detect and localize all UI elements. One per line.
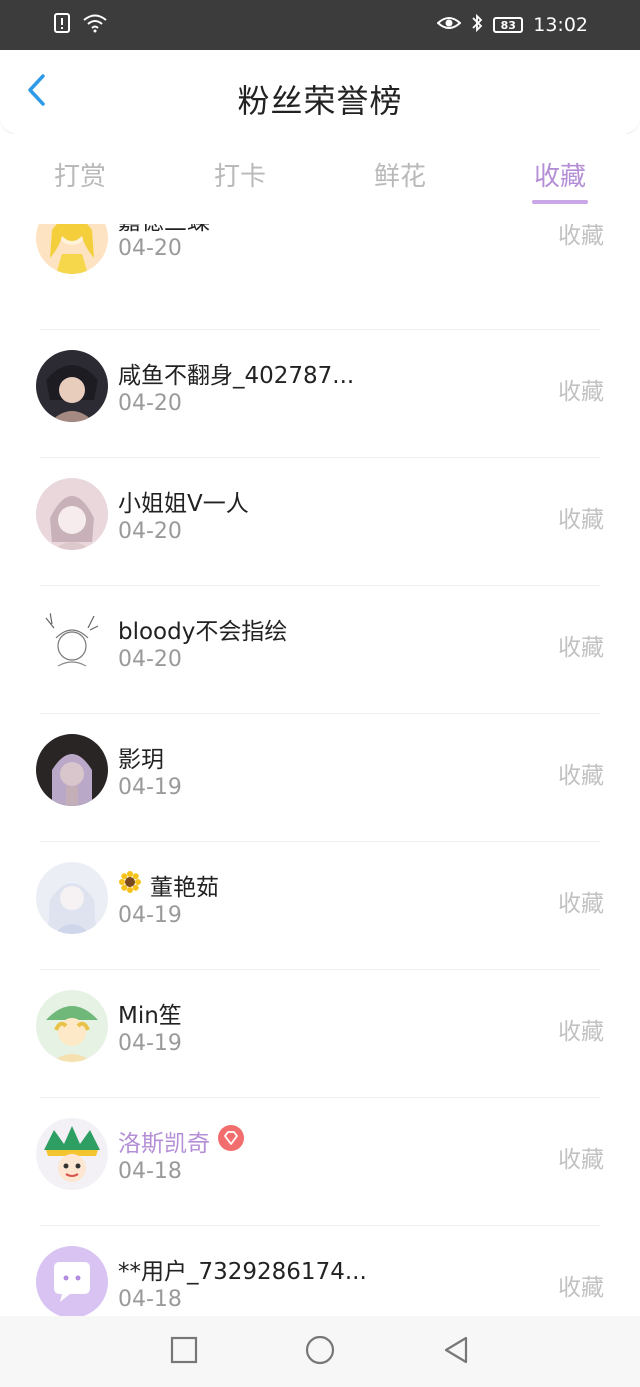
home-button[interactable] bbox=[300, 1332, 340, 1372]
bluetooth-icon bbox=[471, 13, 483, 38]
user-name: 董艳茹 bbox=[118, 868, 219, 902]
list-item[interactable]: 嘉德兰蝶 04-20 收藏 bbox=[0, 224, 640, 330]
action-label: 收藏 bbox=[558, 507, 604, 533]
eye-icon bbox=[436, 14, 462, 37]
list-item[interactable]: 咸鱼不翻身_402787... 04-20 收藏 bbox=[0, 330, 640, 458]
list-item[interactable]: Min笙 04-19 收藏 bbox=[0, 970, 640, 1098]
sunflower-icon bbox=[118, 870, 142, 900]
date-label: 04-19 bbox=[118, 775, 182, 800]
page-title: 粉丝荣誉榜 bbox=[237, 82, 403, 120]
sim-alert-icon bbox=[54, 12, 72, 38]
wifi-icon bbox=[82, 13, 108, 38]
app-header: 粉丝荣誉榜 bbox=[0, 50, 640, 135]
user-name: 嘉德兰蝶 bbox=[118, 224, 210, 236]
list-item[interactable]: bloody不会指绘 04-20 收藏 bbox=[0, 586, 640, 714]
tab-checkin[interactable]: 打卡 bbox=[160, 134, 320, 224]
list-item[interactable]: 小姐姐V一人 04-20 收藏 bbox=[0, 458, 640, 586]
list-item[interactable]: 影玥 04-19 收藏 bbox=[0, 714, 640, 842]
user-name: Min笙 bbox=[118, 1003, 182, 1029]
user-name: **用户_7329286174... bbox=[118, 1259, 367, 1285]
action-label: 收藏 bbox=[558, 635, 604, 661]
tab-flowers[interactable]: 鲜花 bbox=[320, 134, 480, 224]
action-label: 收藏 bbox=[558, 224, 604, 249]
list-item[interactable]: **用户_7329286174... 04-18 收藏 bbox=[0, 1226, 640, 1316]
active-tab-indicator bbox=[532, 200, 588, 204]
status-left bbox=[54, 12, 108, 38]
avatar bbox=[36, 990, 108, 1062]
tab-bar: 打赏 打卡 鲜花 收藏 bbox=[0, 134, 640, 224]
date-label: 04-19 bbox=[118, 1031, 182, 1056]
fan-list[interactable]: 嘉德兰蝶 04-20 收藏 咸鱼不翻身_402787... 04-20 收藏 小… bbox=[0, 224, 640, 1316]
user-name: 影玥 bbox=[118, 747, 164, 773]
square-icon bbox=[170, 1336, 198, 1368]
vip-diamond-icon bbox=[218, 1125, 244, 1157]
avatar bbox=[36, 1118, 108, 1190]
date-label: 04-20 bbox=[118, 519, 182, 544]
date-label: 04-20 bbox=[118, 236, 182, 261]
date-label: 04-20 bbox=[118, 391, 182, 416]
action-label: 收藏 bbox=[558, 763, 604, 789]
battery-indicator: 83 bbox=[493, 17, 524, 33]
date-label: 04-19 bbox=[118, 903, 182, 928]
tab-tip[interactable]: 打赏 bbox=[0, 134, 160, 224]
date-label: 04-20 bbox=[118, 647, 182, 672]
action-label: 收藏 bbox=[558, 1275, 604, 1301]
action-label: 收藏 bbox=[558, 379, 604, 405]
system-nav-bar bbox=[0, 1316, 640, 1387]
avatar bbox=[36, 478, 108, 550]
avatar bbox=[36, 734, 108, 806]
action-label: 收藏 bbox=[558, 891, 604, 917]
status-bar: 83 13:02 bbox=[0, 0, 640, 50]
circle-icon bbox=[304, 1334, 336, 1370]
action-label: 收藏 bbox=[558, 1019, 604, 1045]
back-nav-button[interactable] bbox=[436, 1332, 476, 1372]
avatar bbox=[36, 862, 108, 934]
avatar bbox=[36, 606, 108, 678]
tab-favorites[interactable]: 收藏 bbox=[480, 134, 640, 224]
triangle-left-icon bbox=[442, 1335, 470, 1369]
user-name: bloody不会指绘 bbox=[118, 619, 288, 645]
date-label: 04-18 bbox=[118, 1287, 182, 1312]
list-item[interactable]: 董艳茹 04-19 收藏 bbox=[0, 842, 640, 970]
list-item[interactable]: 洛斯凯奇 04-18 收藏 bbox=[0, 1098, 640, 1226]
avatar bbox=[36, 350, 108, 422]
user-name: 咸鱼不翻身_402787... bbox=[118, 363, 355, 389]
recents-button[interactable] bbox=[164, 1332, 204, 1372]
user-name: 洛斯凯奇 bbox=[118, 1124, 244, 1158]
status-right: 83 13:02 bbox=[436, 13, 588, 38]
action-label: 收藏 bbox=[558, 1147, 604, 1173]
clock: 13:02 bbox=[533, 14, 588, 36]
user-name: 小姐姐V一人 bbox=[118, 491, 249, 517]
avatar bbox=[36, 1246, 108, 1316]
avatar bbox=[36, 224, 108, 274]
date-label: 04-18 bbox=[118, 1159, 182, 1184]
